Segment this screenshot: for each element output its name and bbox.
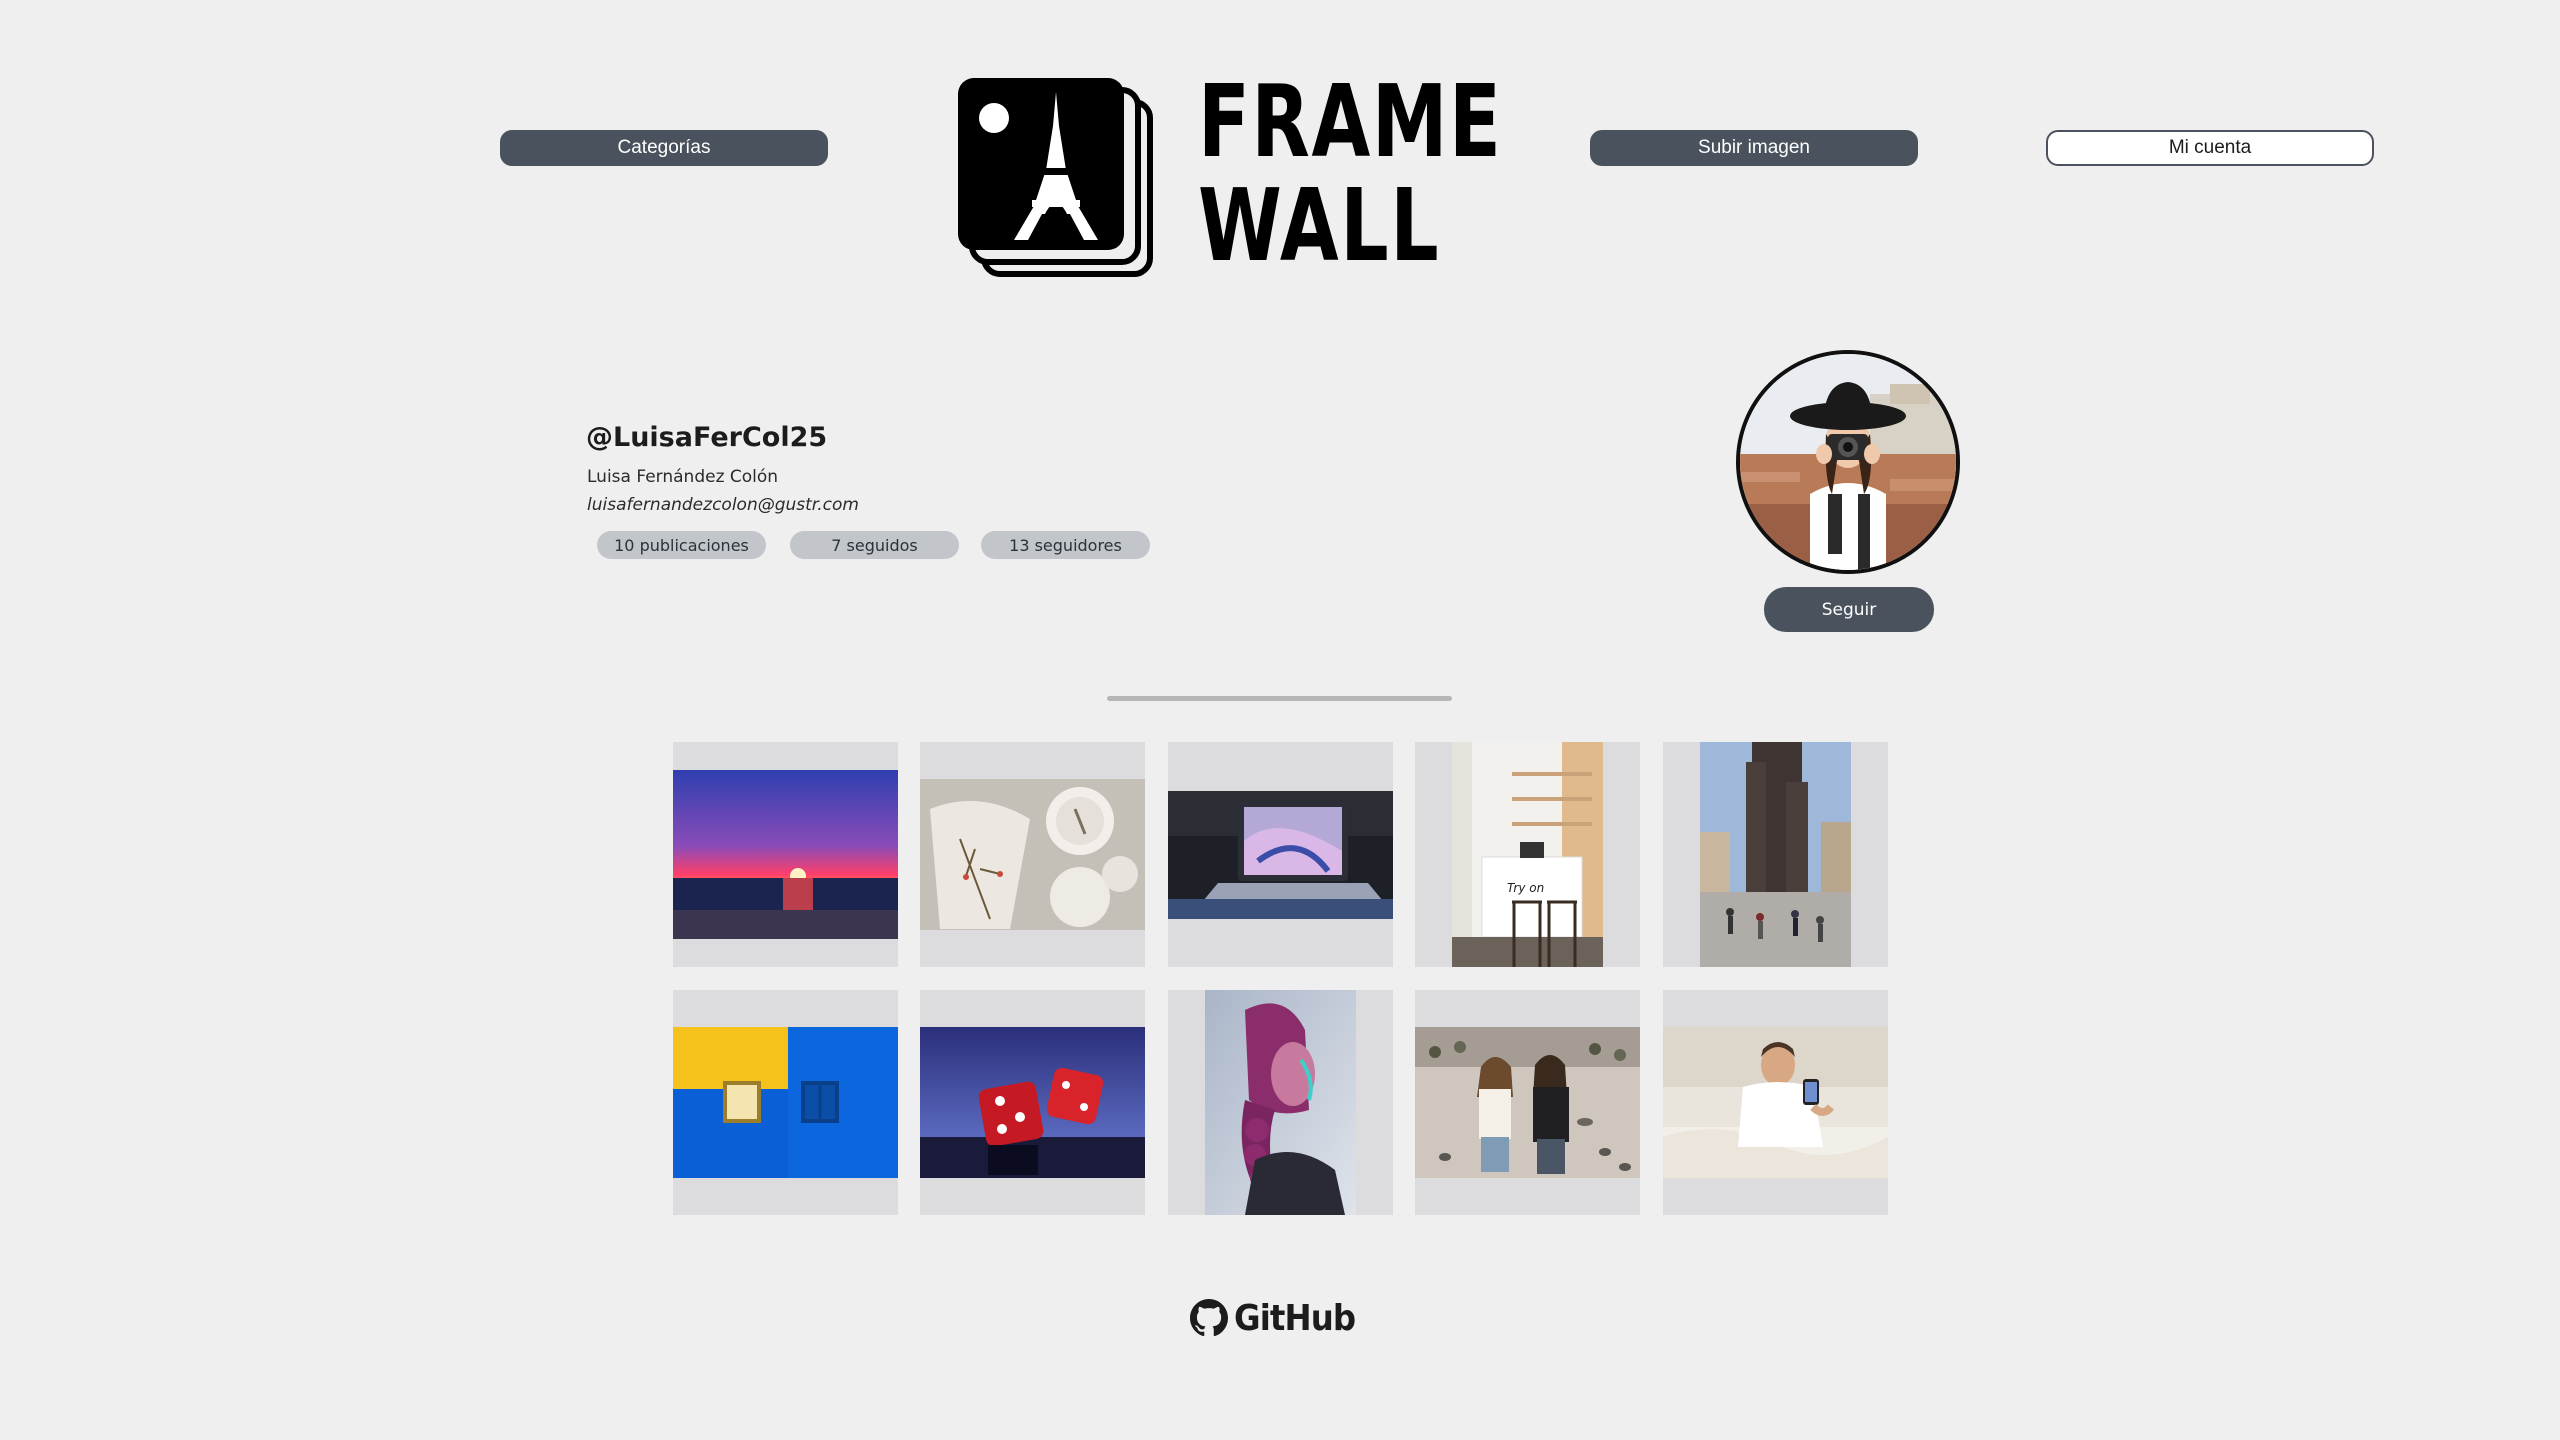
gallery-item-1[interactable] [673,742,898,967]
profile-username: @LuisaFerCol25 [586,422,828,453]
gallery-item-6[interactable] [673,990,898,1215]
gallery-item-9[interactable] [1415,990,1640,1215]
categories-button[interactable]: Categorías [500,130,828,166]
photographer-with-hat-photo [1740,354,1956,570]
gallery-item-10[interactable] [1663,990,1888,1215]
laptop-on-desk-photo [1168,791,1393,919]
pressed-flowers-dishes-photo [920,779,1145,930]
gallery-item-7[interactable] [920,990,1145,1215]
logo-text-wall: WALL [1198,167,1441,284]
profile-full-name: Luisa Fernández Colón [587,467,779,487]
yellow-blue-wall-photo [673,1027,898,1178]
eiffel-tower-photo-stack-icon [958,78,1153,277]
women-with-pigeons-photo [1415,1027,1640,1178]
github-icon [1190,1299,1228,1337]
sunset-over-sea-photo [673,770,898,939]
woman-neon-portrait-photo [1205,990,1356,1215]
github-link[interactable]: GitHub [1190,1296,1369,1340]
frame-wall-logo[interactable]: FRAME WALL [958,63,1503,284]
github-label: GitHub [1234,1297,1356,1339]
gallery-item-2[interactable] [920,742,1145,967]
posts-count-badge[interactable]: 10 publicaciones [597,531,766,559]
my-account-button[interactable]: Mi cuenta [2046,130,2374,166]
gallery-item-5[interactable] [1663,742,1888,967]
gallery-item-8[interactable] [1168,990,1393,1215]
man-with-phone-on-bed-photo [1663,1027,1888,1178]
gothic-church-square-photo [1700,742,1851,967]
upload-image-button[interactable]: Subir imagen [1590,130,1918,166]
avatar [1736,350,1960,574]
svg-text:Try on: Try on [1507,881,1544,895]
section-divider [1107,696,1452,701]
gallery-item-3[interactable] [1168,742,1393,967]
follow-button[interactable]: Seguir [1764,587,1934,632]
logo-wordmark: FRAME WALL [1198,63,1503,284]
logo-text-frame: FRAME [1198,63,1503,180]
following-count-badge[interactable]: 7 seguidos [790,531,959,559]
followers-count-badge[interactable]: 13 seguidores [981,531,1150,559]
white-shop-counter-photo: Try on [1452,742,1603,967]
gallery-item-4[interactable]: Try on [1415,742,1640,967]
red-dice-photo [920,1027,1145,1178]
profile-email: luisafernandezcolon@gustr.com [587,495,859,515]
